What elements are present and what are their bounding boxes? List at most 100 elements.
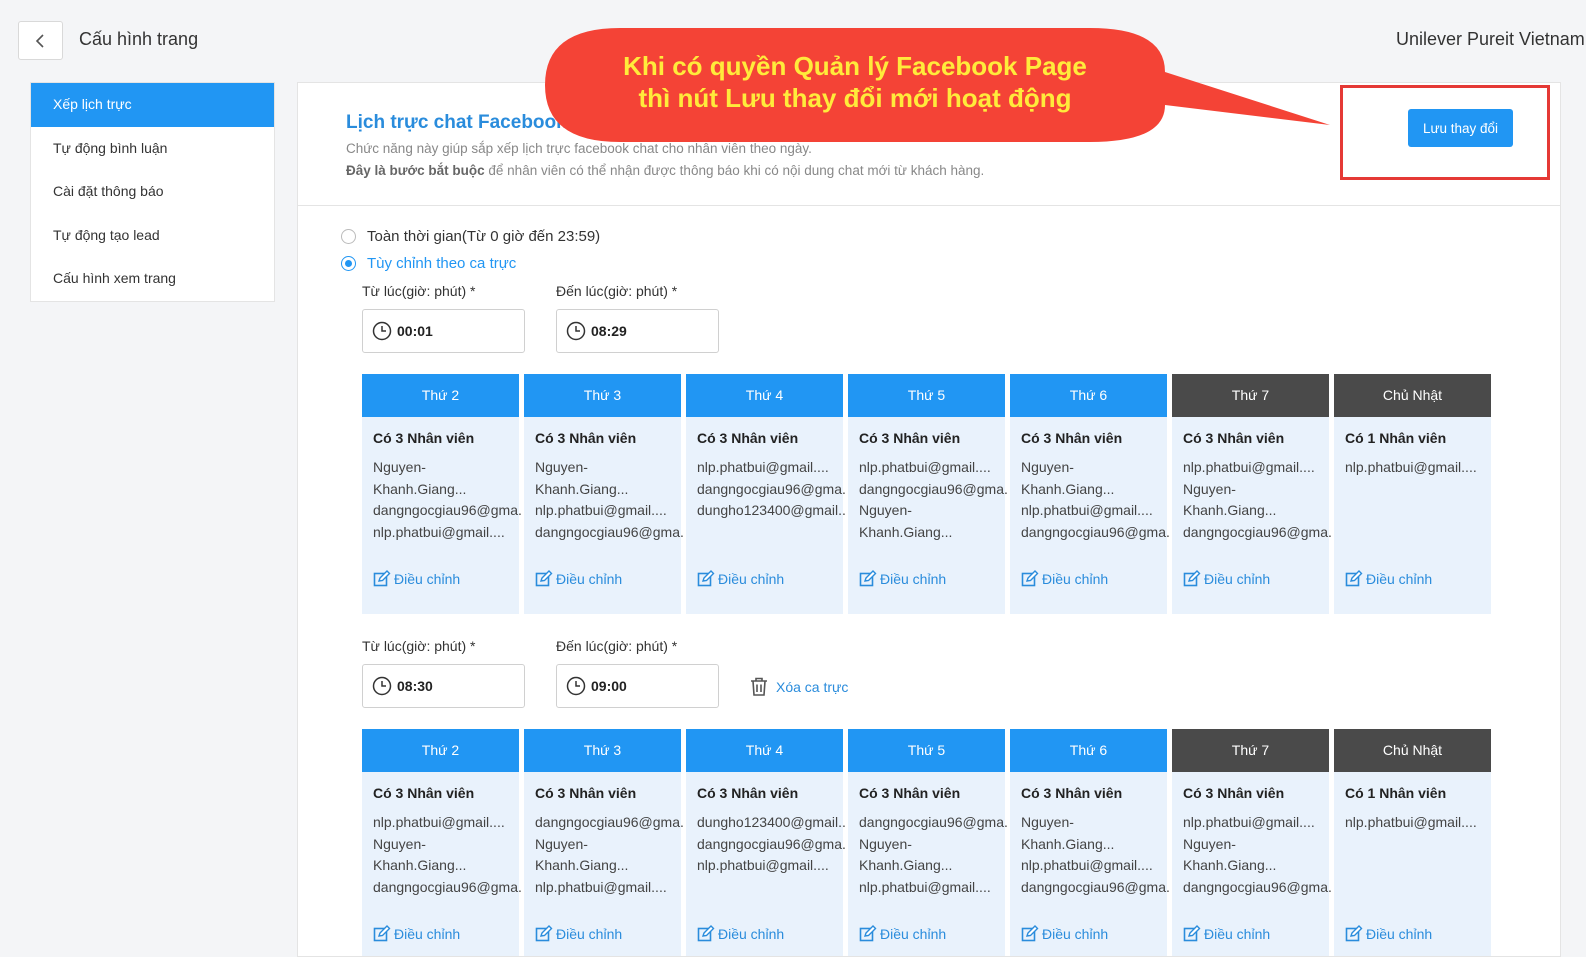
edit-day-button[interactable]: Điều chỉnh [535, 570, 622, 588]
staff-entry: Nguyen- [859, 502, 912, 519]
edit-day-label: Điều chỉnh [394, 571, 461, 587]
section-description: Chức năng này giúp sắp xếp lịch trực fac… [346, 141, 812, 156]
edit-day-button[interactable]: Điều chỉnh [1183, 925, 1270, 943]
staff-entry: Khanh.Giang... [1183, 502, 1277, 519]
edit-day-button[interactable]: Điều chỉnh [373, 570, 460, 588]
radio-full-time-label: Toàn thời gian(Từ 0 giờ đến 23:59) [367, 228, 601, 245]
day-column: Thứ 4 Có 3 Nhân viên dungho123400@gmail...… [686, 729, 847, 956]
sidebar-item-notification-settings[interactable]: Cài đặt thông báo [31, 170, 274, 214]
save-button[interactable]: Lưu thay đổi [1408, 109, 1513, 147]
staff-entry: Khanh.Giang... [1021, 480, 1115, 497]
section-title: Lịch trực chat Facebook [346, 112, 567, 133]
staff-list: Nguyen- Khanh.Giang... nlp.phatbui@gmail..… [1021, 812, 1171, 899]
radio-custom-shift-label: Tùy chỉnh theo ca trực [367, 255, 517, 272]
sidebar-item-page-view-config[interactable]: Cấu hình xem trang [31, 257, 274, 301]
staff-entry: Nguyen- [535, 835, 588, 852]
edit-icon [535, 925, 553, 942]
staff-list: Nguyen- Khanh.Giang... dangngocgiau96@gma.… [373, 457, 523, 544]
staff-entry: nlp.phatbui@gmail.... [535, 502, 667, 519]
radio-full-time[interactable]: Toàn thời gian(Từ 0 giờ đến 23:59) [341, 228, 600, 245]
sidebar-item-auto-comment[interactable]: Tự động bình luận [31, 127, 274, 171]
top-bar: Cấu hình trang Unilever Pureit Vietnam [0, 0, 1586, 80]
day-header: Thứ 2 [362, 729, 519, 772]
day-header: Chủ Nhật [1334, 729, 1491, 772]
radio-custom-shift[interactable]: Tùy chỉnh theo ca trực [341, 255, 516, 272]
to-time-label: Đến lúc(giờ: phút) * [556, 638, 678, 654]
day-column: Thứ 7 Có 3 Nhân viên nlp.phatbui@gmail....… [1172, 729, 1333, 956]
staff-entry: Khanh.Giang... [859, 524, 953, 541]
edit-icon [697, 570, 715, 587]
staff-entry: dangngocgiau96@gma... [1021, 879, 1171, 896]
weekday-grid: Thứ 2 Có 3 Nhân viên Nguyen- Khanh.Giang...… [362, 374, 1491, 614]
edit-icon [373, 570, 391, 587]
staff-entry: Nguyen- [535, 459, 588, 475]
clock-icon [566, 321, 586, 341]
from-time-input[interactable]: 00:01 [362, 309, 525, 353]
delete-shift-button[interactable]: Xóa ca trực [750, 677, 848, 696]
staff-entry: Khanh.Giang... [1183, 857, 1277, 874]
staff-entry: nlp.phatbui@gmail.... [1021, 857, 1153, 874]
staff-entry: Nguyen- [859, 835, 912, 852]
staff-list: nlp.phatbui@gmail.... Nguyen- Khanh.Giang.… [1183, 812, 1333, 899]
edit-day-button[interactable]: Điều chỉnh [859, 570, 946, 588]
day-column: Thứ 2 Có 3 Nhân viên Nguyen- Khanh.Giang...… [362, 374, 523, 614]
day-header: Chủ Nhật [1334, 374, 1491, 417]
section-required-note: Đây là bước bắt buộc để nhân viên có thể… [346, 163, 984, 178]
staff-entry: dangngocgiau96@gma... [697, 480, 847, 497]
staff-count: Có 1 Nhân viên [1345, 430, 1447, 446]
edit-day-button[interactable]: Điều chỉnh [1345, 570, 1432, 588]
edit-day-button[interactable]: Điều chỉnh [373, 925, 460, 943]
edit-day-button[interactable]: Điều chỉnh [1345, 925, 1432, 943]
to-time-input[interactable]: 09:00 [556, 664, 719, 708]
staff-entry: dangngocgiau96@gma... [1183, 879, 1333, 896]
edit-day-button[interactable]: Điều chỉnh [697, 570, 784, 588]
edit-day-button[interactable]: Điều chỉnh [1183, 570, 1270, 588]
day-column: Chủ Nhật Có 1 Nhân viên nlp.phatbui@gmail.… [1334, 729, 1491, 956]
edit-day-label: Điều chỉnh [1042, 571, 1109, 587]
day-header: Thứ 7 [1172, 374, 1329, 417]
staff-entry: nlp.phatbui@gmail.... [373, 524, 505, 541]
staff-entry: Khanh.Giang... [859, 857, 953, 874]
staff-entry: Nguyen- [1021, 459, 1074, 475]
staff-entry: dangngocgiau96@gma... [1183, 524, 1333, 541]
to-time-input[interactable]: 08:29 [556, 309, 719, 353]
staff-entry: Khanh.Giang... [535, 480, 629, 497]
staff-entry: Nguyen- [1183, 480, 1236, 497]
edit-day-button[interactable]: Điều chỉnh [697, 925, 784, 943]
staff-entry: nlp.phatbui@gmail.... [535, 879, 667, 896]
edit-day-label: Điều chỉnh [556, 926, 623, 942]
from-time-input[interactable]: 08:30 [362, 664, 525, 708]
staff-list: Nguyen- Khanh.Giang... nlp.phatbui@gmail..… [535, 457, 685, 544]
day-column: Thứ 4 Có 3 Nhân viên nlp.phatbui@gmail....… [686, 374, 847, 614]
sidebar-item-schedule[interactable]: Xếp lịch trực [31, 83, 274, 127]
staff-count: Có 3 Nhân viên [859, 785, 961, 801]
day-header: Thứ 7 [1172, 729, 1329, 772]
radio-circle-selected [341, 256, 356, 271]
day-column: Thứ 6 Có 3 Nhân viên Nguyen- Khanh.Giang...… [1010, 729, 1171, 956]
from-time-value: 00:01 [397, 323, 433, 339]
staff-entry: Khanh.Giang... [373, 480, 467, 497]
edit-day-button[interactable]: Điều chỉnh [859, 925, 946, 943]
staff-count: Có 3 Nhân viên [1183, 785, 1285, 801]
day-header: Thứ 5 [848, 729, 1005, 772]
back-button[interactable] [18, 21, 63, 60]
staff-count: Có 3 Nhân viên [859, 430, 961, 446]
edit-day-button[interactable]: Điều chỉnh [535, 925, 622, 943]
clock-icon [372, 676, 392, 696]
day-column: Thứ 7 Có 3 Nhân viên nlp.phatbui@gmail....… [1172, 374, 1333, 614]
edit-day-button[interactable]: Điều chỉnh [1021, 570, 1108, 588]
staff-count: Có 3 Nhân viên [535, 430, 637, 446]
edit-icon [1021, 925, 1039, 942]
staff-entry: nlp.phatbui@gmail.... [697, 857, 829, 874]
staff-list: dungho123400@gmail.... dangngocgiau96@gma… [697, 812, 847, 877]
org-name: Unilever Pureit Vietnam [1396, 29, 1585, 49]
from-time-value: 08:30 [397, 678, 433, 694]
staff-entry: nlp.phatbui@gmail.... [373, 814, 505, 830]
edit-day-button[interactable]: Điều chỉnh [1021, 925, 1108, 943]
clock-icon [372, 321, 392, 341]
staff-entry: dangngocgiau96@gma... [535, 814, 685, 830]
edit-day-label: Điều chỉnh [1042, 926, 1109, 942]
staff-entry: dangngocgiau96@gma... [373, 502, 523, 519]
staff-entry: nlp.phatbui@gmail.... [697, 459, 829, 475]
sidebar-item-auto-lead[interactable]: Tự động tạo lead [31, 214, 274, 258]
